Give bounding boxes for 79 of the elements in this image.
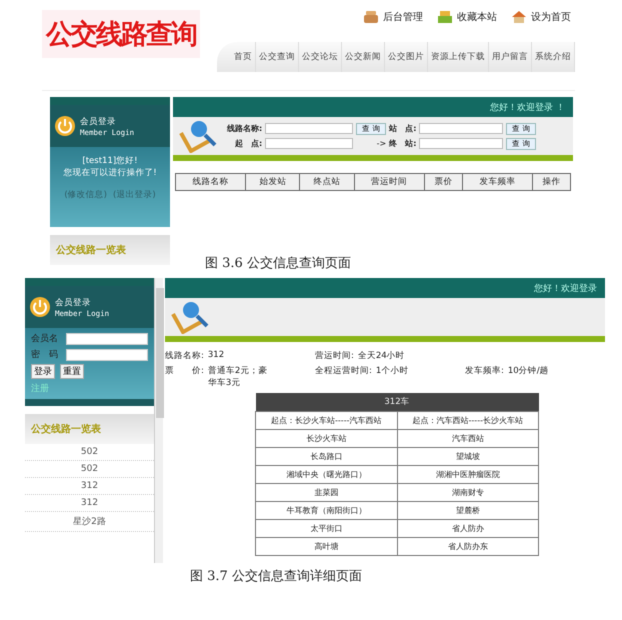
figure-caption: 图 3.6 公交信息查询页面: [205, 255, 352, 272]
field-label: 线路名称:: [227, 123, 262, 134]
nav-link[interactable]: 用户留言: [489, 42, 532, 72]
detail-value: 1个小时: [376, 365, 408, 378]
route-name-field[interactable]: [265, 123, 354, 134]
welcome-text: 您好！欢迎登录: [534, 282, 597, 294]
stop-cell: 省人防办: [397, 520, 538, 538]
end-field[interactable]: [419, 138, 504, 149]
site-title: 公交线路查询: [42, 10, 200, 58]
stop-cell: 湖南财专: [397, 484, 538, 502]
table-title: 312车: [256, 393, 538, 412]
list-heading: 公交线路一览表: [25, 414, 154, 444]
field-label: 起 点:: [234, 138, 262, 149]
column-header: 营运时间: [354, 174, 424, 190]
nav-link[interactable]: 系统介绍: [532, 42, 575, 72]
column-header: 票价: [424, 174, 462, 190]
stop-cell: 高叶塘: [256, 538, 397, 556]
column-header: 始发站: [246, 174, 300, 190]
field-label: 站 点:: [389, 123, 416, 134]
field-label: 密 码: [31, 348, 59, 361]
arrow-text: ->: [376, 138, 386, 149]
power-icon: [54, 115, 76, 137]
stop-cell: 长岛路口: [256, 448, 397, 466]
station-field[interactable]: [419, 123, 504, 134]
status-message: 您现在可以进行操作了!: [63, 167, 157, 179]
stop-cell: 湖湘中医肿瘤医院: [397, 466, 538, 484]
stop-cell: 汽车西站: [397, 430, 538, 448]
form-button[interactable]: 重置: [60, 364, 84, 379]
nav-link[interactable]: 公交新闻: [342, 42, 385, 72]
login-title: 会员登录: [80, 116, 117, 128]
welcome-text: 您好！欢迎登录 ！: [490, 102, 565, 114]
field-label: 会员名: [31, 332, 59, 345]
detail-value: 全天24小时: [358, 350, 405, 362]
header-link[interactable]: 后台管理: [363, 6, 423, 28]
stop-cell: 牛耳教育（南阳街口）: [256, 502, 397, 520]
column-header: 操作: [532, 174, 570, 190]
direction-cell: 起点：长沙火车站-----汽车西站: [256, 412, 397, 430]
stop-cell: 省人防办东: [397, 538, 538, 556]
house-icon: [511, 10, 527, 24]
start-field[interactable]: [265, 138, 354, 149]
stop-cell: 太平街口: [256, 520, 397, 538]
scroll-thumb[interactable]: [156, 288, 164, 418]
direction-cell: 起点：汽车西站-----长沙火车站: [397, 412, 538, 430]
greeting: [test11]您好!: [82, 155, 138, 167]
nav-link[interactable]: 公交图片: [385, 42, 428, 72]
detail-label: 营运时间:: [315, 350, 354, 362]
stop-cell: 望麓桥: [397, 502, 538, 520]
stop-cell: 望城坡: [397, 448, 538, 466]
form-button[interactable]: 登录: [31, 364, 55, 379]
search-book-icon: [179, 119, 219, 153]
search-book-icon: [171, 300, 211, 334]
nav-link[interactable]: 资源上传下载: [428, 42, 489, 72]
detail-label: 线路名称:: [165, 350, 204, 362]
detail-label: 全程运营时间:: [315, 365, 372, 378]
power-icon: [29, 296, 51, 318]
username-field[interactable]: [66, 332, 148, 344]
detail-value: 10分钟/趟: [508, 365, 549, 378]
box-icon: [437, 10, 453, 24]
nav-link[interactable]: 公交查询: [256, 42, 299, 72]
column-header: 线路名称: [176, 174, 246, 190]
column-header: 终点站: [300, 174, 354, 190]
header-link[interactable]: 收藏本站: [437, 6, 497, 28]
column-header: 发车频率: [462, 174, 533, 190]
login-title: 会员登录: [55, 296, 92, 308]
list-heading: 公交线路一览表: [50, 235, 170, 265]
password-field[interactable]: [66, 348, 148, 360]
field-label: 终 站:: [389, 138, 416, 149]
nav-link[interactable]: 首页: [231, 42, 256, 72]
detail-value: 312: [208, 350, 224, 362]
nav-link[interactable]: 公交论坛: [299, 42, 342, 72]
detail-label: 票 价:: [165, 365, 204, 378]
figure-caption: 图 3.7 公交信息查询详细页面: [190, 568, 363, 585]
scrollbar[interactable]: [154, 278, 163, 563]
header-link[interactable]: 设为首页: [511, 6, 571, 28]
stop-cell: 湘域中央（曙光路口）: [256, 466, 397, 484]
detail-value: 普通车2元；豪华车3元: [208, 365, 268, 389]
stop-cell: 韭菜园: [256, 484, 397, 502]
stop-cell: 长沙火车站: [256, 430, 397, 448]
detail-label: 发车频率:: [465, 365, 504, 378]
